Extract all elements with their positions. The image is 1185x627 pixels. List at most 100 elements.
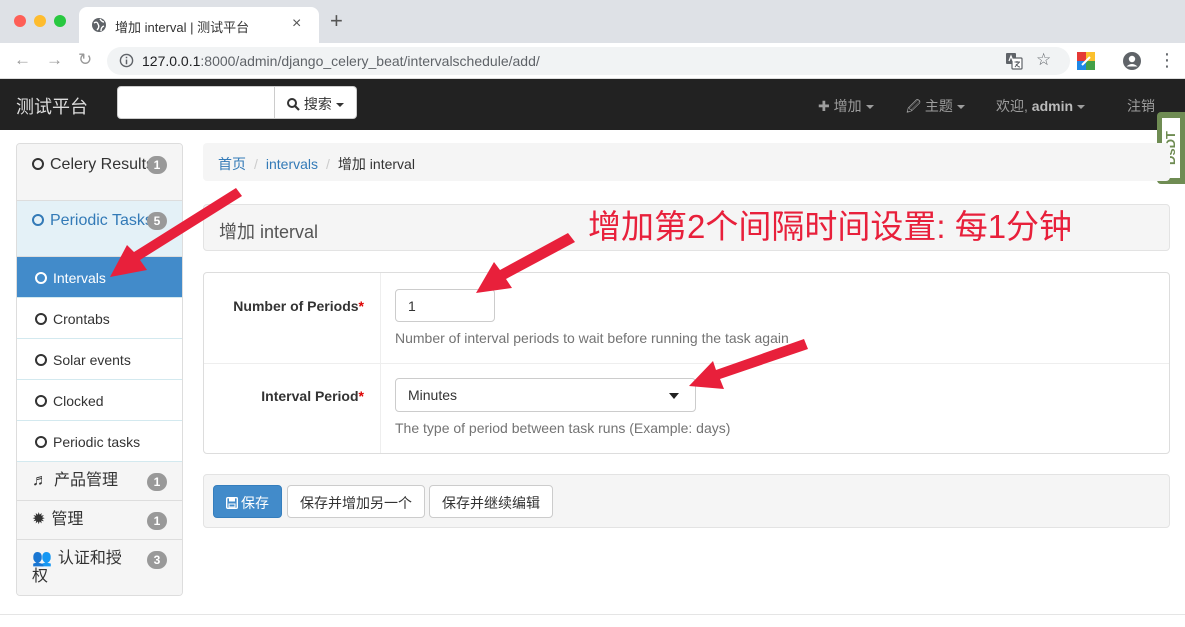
circle-icon: [35, 436, 47, 448]
plus-icon: ✚: [818, 98, 830, 114]
music-icon: ♬: [32, 472, 48, 489]
sidebar-item-crontabs[interactable]: Crontabs: [17, 298, 182, 339]
add-menu[interactable]: ✚ 增加: [818, 96, 874, 116]
floppy-disk-icon: [225, 496, 239, 510]
breadcrumb-separator: /: [254, 156, 258, 172]
user-menu[interactable]: 欢迎, admin: [996, 96, 1086, 116]
period-help: The type of period between task runs (Ex…: [395, 420, 731, 436]
sidebar-item-label: Periodic Tasks: [50, 212, 153, 229]
zoom-window-button[interactable]: [54, 15, 66, 27]
count-badge: 1: [147, 473, 167, 491]
minimize-window-button[interactable]: [34, 15, 46, 27]
period-select[interactable]: Minutes: [395, 378, 696, 412]
sidebar-item-label: Clocked: [53, 393, 104, 409]
page-title: 增加 interval: [219, 222, 319, 242]
chevron-down-icon: [335, 103, 344, 108]
users-icon: 👥: [32, 550, 52, 567]
circle-icon: [35, 313, 47, 325]
period-label-text: Interval Period: [261, 388, 359, 404]
period-select-value: Minutes: [408, 387, 458, 403]
periods-input[interactable]: [395, 289, 495, 322]
sidebar-item-periodic-tasks[interactable]: Periodic Tasks 5: [17, 201, 182, 257]
account-icon[interactable]: [1122, 51, 1142, 71]
search-input[interactable]: [117, 86, 275, 119]
browser-tab[interactable]: 增加 interval | 测试平台 ×: [79, 7, 319, 43]
circle-icon: [32, 214, 44, 226]
submit-row: 保存 保存并增加另一个 保存并继续编辑: [203, 474, 1170, 528]
extension-icon[interactable]: [1077, 52, 1095, 70]
theme-menu-label: 主题: [924, 98, 953, 114]
required-mark: *: [358, 388, 364, 404]
chevron-down-icon: [956, 105, 965, 110]
breadcrumb: 首页 / intervals / 增加 interval: [203, 143, 1170, 181]
interval-form: Number of Periods* Number of interval pe…: [203, 272, 1170, 454]
circle-icon: [35, 354, 47, 366]
chevron-down-icon: [865, 105, 874, 110]
search-button[interactable]: 搜索: [275, 86, 357, 119]
sidebar-item-product-management[interactable]: ♬ 产品管理 1: [17, 462, 182, 501]
info-icon[interactable]: [119, 53, 134, 68]
sidebar-item-label: Intervals: [53, 270, 106, 286]
sidebar-item-auth[interactable]: 👥 认证和授权 3: [17, 540, 182, 595]
browser-menu-icon[interactable]: ⋮: [1158, 50, 1176, 71]
url-path: :8000/admin/django_celery_beat/intervals…: [200, 53, 540, 69]
save-button[interactable]: 保存: [213, 485, 282, 518]
site-brand[interactable]: 测试平台: [16, 93, 88, 119]
translate-icon[interactable]: [1005, 52, 1023, 70]
chevron-down-icon: [1077, 105, 1086, 110]
count-badge: 3: [147, 551, 167, 569]
circle-icon: [32, 158, 44, 170]
globe-icon: [92, 18, 106, 32]
theme-menu[interactable]: 🖉 主题: [906, 96, 965, 120]
count-badge: 1: [147, 512, 167, 530]
browser-toolbar: ← → ↻ 127.0.0.1:8000/admin/django_celery…: [0, 43, 1185, 79]
circle-icon: [35, 395, 47, 407]
logout-link[interactable]: 注销: [1127, 96, 1155, 116]
dropdown-arrow-icon: [669, 393, 679, 399]
welcome-text: 欢迎,: [996, 98, 1028, 114]
count-badge: 1: [147, 156, 167, 174]
footer-divider: [0, 614, 1185, 615]
periods-label: Number of Periods*: [233, 298, 364, 314]
bookmark-star-icon[interactable]: ☆: [1036, 50, 1051, 70]
forward-arrow-icon[interactable]: →: [46, 50, 63, 70]
periods-label-text: Number of Periods: [233, 298, 359, 314]
sidebar-item-label: Solar events: [53, 352, 131, 368]
tab-close-icon[interactable]: ×: [292, 15, 301, 33]
sidebar-item-solar-events[interactable]: Solar events: [17, 339, 182, 380]
sidebar-item-label: 管理: [51, 511, 84, 528]
sidebar-item-label: Periodic tasks: [53, 434, 141, 450]
wand-icon: 🖉: [906, 98, 921, 114]
admin-navbar: 测试平台 搜索 ✚ 增加 🖉 主题 欢迎, admin 注销: [0, 79, 1185, 130]
url-host: 127.0.0.1: [142, 53, 201, 69]
sidebar-item-label: 产品管理: [54, 472, 119, 489]
breadcrumb-home-link[interactable]: 首页: [218, 156, 246, 172]
back-arrow-icon[interactable]: ←: [14, 50, 31, 70]
count-badge: 5: [147, 212, 167, 230]
add-menu-label: 增加: [833, 98, 862, 114]
sidebar-item-management[interactable]: ✹ 管理 1: [17, 501, 182, 540]
search-button-label: 搜索: [303, 96, 332, 112]
sidebar-item-celery-results[interactable]: Celery Results 1: [17, 144, 182, 201]
sidebar-item-periodic-tasks-list[interactable]: Periodic tasks: [17, 421, 182, 462]
save-button-label: 保存: [241, 495, 269, 511]
breadcrumb-separator: /: [326, 156, 330, 172]
sidebar-item-label: Crontabs: [53, 311, 110, 327]
new-tab-button[interactable]: +: [330, 10, 343, 32]
sidebar-item-clocked[interactable]: Clocked: [17, 380, 182, 421]
close-window-button[interactable]: [14, 15, 26, 27]
sidebar-item-label: Celery Results: [50, 156, 155, 173]
period-label: Interval Period*: [261, 388, 364, 404]
breadcrumb-current: 增加 interval: [337, 156, 415, 172]
address-bar[interactable]: 127.0.0.1:8000/admin/django_celery_beat/…: [107, 47, 1070, 75]
save-add-another-button[interactable]: 保存并增加另一个: [287, 485, 425, 518]
breadcrumb-intervals-link[interactable]: intervals: [266, 156, 318, 172]
username: admin: [1031, 98, 1074, 114]
circle-icon: [35, 272, 47, 284]
required-mark: *: [358, 298, 364, 314]
sidebar-item-intervals[interactable]: Intervals: [17, 257, 182, 298]
save-continue-button[interactable]: 保存并继续编辑: [429, 485, 553, 518]
reload-icon[interactable]: ↻: [78, 50, 92, 70]
periods-help: Number of interval periods to wait befor…: [395, 330, 789, 346]
sidebar: Celery Results 1 Periodic Tasks 5 Interv…: [16, 143, 183, 596]
